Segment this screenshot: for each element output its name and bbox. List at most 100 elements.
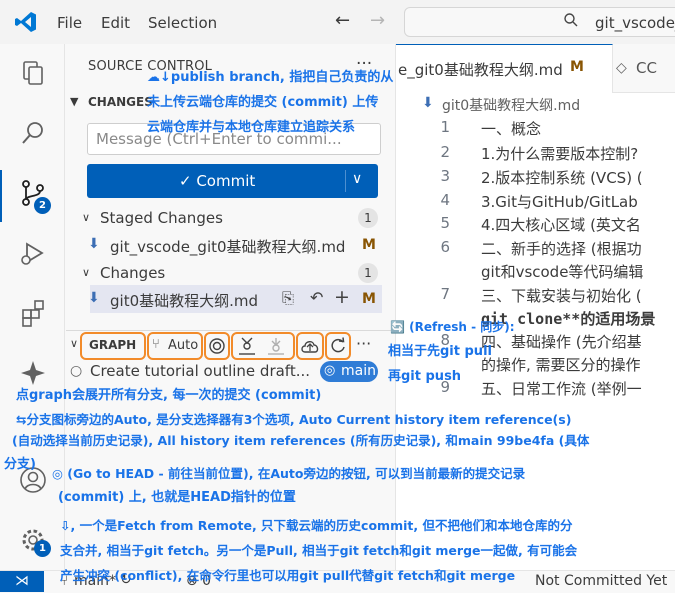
line-number: 4 (440, 191, 450, 209)
go-to-head-button[interactable] (204, 332, 230, 360)
staged-count-badge: 1 (358, 208, 378, 228)
annotation-head-1: ◎ (Go to HEAD - 前往当前位置), 在Auto旁边的按钮, 可以到… (52, 466, 526, 481)
code-line[interactable]: 2.版本控制系统 (VCS) ( (481, 167, 643, 188)
refresh-icon (331, 337, 345, 353)
code-icon: ◇ (616, 60, 627, 76)
menu-edit[interactable]: Edit (101, 14, 130, 32)
stage-change-icon[interactable]: + (334, 286, 350, 308)
open-file-icon[interactable]: ⎘ (282, 289, 294, 307)
line-number: 6 (440, 238, 450, 256)
remote-indicator-icon[interactable]: ⋊ (0, 571, 44, 592)
search-icon[interactable] (18, 118, 48, 148)
tab-outline-status: M (570, 59, 584, 75)
pull-icon (268, 338, 284, 355)
tab-outline-file-label: e_git0基础教程大纲.md (398, 61, 563, 79)
changes-count-badge: 1 (358, 263, 378, 283)
changed-file-name[interactable]: git0基础教程大纲.md (110, 290, 258, 311)
code-line[interactable]: git和vscode等代码编辑 (481, 261, 643, 282)
discard-changes-icon[interactable]: ↶ (310, 288, 323, 307)
forward-arrow-icon[interactable]: → (370, 10, 385, 31)
run-debug-icon[interactable] (18, 238, 48, 268)
graph-more-icon[interactable]: ··· (356, 334, 371, 353)
annotation-fetch-3: 产生冲突 (conflict), 在命令行里也可以用git pull代替git … (60, 568, 516, 583)
annotation-publish-2: 未上传云端仓库的提交 (commit) 上传 (147, 95, 379, 110)
staged-file-name[interactable]: git_vscode_git0基础教程大纲.md (110, 236, 345, 257)
annotation-publish-3: 云端仓库并与本地仓库建立追踪关系 (147, 120, 356, 135)
scm-badge: 2 (34, 197, 51, 214)
branch-pill[interactable]: ◎ main (320, 361, 378, 382)
status-not-committed[interactable]: Not Committed Yet (535, 573, 667, 589)
graph-label: GRAPH (89, 338, 137, 352)
fetch-pull-buttons[interactable] (231, 332, 295, 360)
publish-branch-button[interactable] (296, 332, 324, 360)
auto-label: Auto (168, 338, 199, 353)
staged-changes-header[interactable]: Staged Changes (100, 209, 223, 227)
annotation-fetch-1: ⇩, 一个是Fetch from Remote, 只下载云端的历史commit,… (60, 518, 573, 533)
search-icon (564, 13, 578, 27)
target-icon (209, 338, 225, 354)
annotation-auto-1: ⇆分支图标旁边的Auto, 是分支选择器有3个选项, Auto Current … (16, 412, 572, 427)
command-center-text: git_vscode_e (595, 14, 675, 32)
code-line[interactable]: 3.Git与GitHub/GitLab (481, 191, 638, 212)
file-download-icon: ⬇ (422, 95, 434, 111)
changed-file-status: M (362, 291, 376, 307)
code-line[interactable]: 五、日常工作流 (举例一 (481, 378, 642, 399)
branch-pill-label: main (341, 363, 376, 379)
annotation-auto-3: 分支) (4, 457, 36, 472)
code-line[interactable]: 三、下载安装与初始化 ( (481, 285, 642, 306)
commit-button-label: ✓ Commit (179, 172, 256, 190)
commit-button[interactable]: ✓ Commit ∨ (87, 164, 378, 198)
command-center[interactable]: git_vscode_e (404, 7, 675, 37)
branch-selector[interactable]: ⑂ Auto (147, 332, 203, 360)
commit-divider (345, 170, 346, 192)
sparkle-icon[interactable] (18, 358, 48, 388)
branch-icon: ⑂ (152, 337, 160, 352)
chevron-down-icon[interactable]: ∨ (352, 171, 362, 187)
extensions-icon[interactable] (18, 298, 48, 328)
annotation-refresh-3: 再git push (388, 369, 462, 384)
back-arrow-icon[interactable]: ← (335, 10, 350, 31)
chevron-down-icon[interactable]: ∨ (70, 337, 78, 350)
changes-section-header[interactable]: CHANGES (88, 95, 153, 109)
cloud-upload-icon (301, 341, 319, 353)
code-line[interactable]: 一、概念 (481, 118, 541, 139)
changes-subheader[interactable]: Changes (100, 264, 165, 282)
explorer-icon[interactable] (18, 58, 48, 88)
annotation-refresh-1: 🔄 (Refresh - 同步): (390, 320, 515, 334)
line-number: 5 (440, 214, 450, 232)
annotation-auto-2: (自动选择当前历史记录), All history item reference… (12, 433, 590, 448)
commit-node-icon: ○ (70, 363, 83, 379)
annotation-refresh-2: 相当于先git pull (388, 344, 492, 359)
annotation-fetch-2: 支合并, 相当于git fetch。另一个是Pull, 相当于git fetch… (60, 543, 578, 558)
refresh-button[interactable] (325, 332, 351, 360)
annotation-publish-1: ☁↓publish branch, 指把自己负责的从 (147, 70, 394, 85)
chevron-down-icon[interactable]: ∨ (82, 266, 90, 279)
breadcrumb[interactable]: git0基础教程大纲.md (442, 95, 580, 115)
tab-second-label[interactable]: CC (636, 59, 657, 77)
file-download-icon: ⬇ (88, 236, 100, 252)
fetch-icon (239, 337, 255, 355)
menu-selection[interactable]: Selection (148, 14, 217, 32)
code-line[interactable]: 1.为什么需要版本控制? (481, 143, 638, 164)
line-number: 1 (440, 118, 450, 136)
chevron-down-icon[interactable]: ▼ (70, 95, 78, 108)
vscode-logo-icon (15, 12, 36, 32)
line-number: 7 (440, 285, 450, 303)
chevron-down-icon[interactable]: ∨ (82, 211, 90, 224)
annotation-graph: 点graph会展开所有分支, 每一次的提交 (commit) (16, 388, 322, 403)
target-icon: ◎ (324, 363, 336, 378)
settings-badge: 1 (34, 540, 51, 557)
divider (66, 330, 395, 331)
active-indicator (0, 170, 2, 222)
file-download-icon: ⬇ (88, 290, 100, 306)
code-line[interactable]: 二、新手的选择 (根据功 (481, 238, 642, 259)
graph-header[interactable]: GRAPH (80, 332, 146, 360)
line-number: 3 (440, 167, 450, 185)
annotation-head-2: (commit) 上, 也就是HEAD指针的位置 (58, 490, 296, 505)
commit-message-row[interactable]: Create tutorial outline draft... (90, 362, 310, 380)
staged-file-status: M (362, 237, 376, 253)
menu-file[interactable]: File (57, 14, 82, 32)
code-line[interactable]: 的操作, 需要区分的操作 (481, 354, 641, 375)
code-line[interactable]: 4.四大核心区域 (英文名 (481, 214, 641, 235)
line-number: 2 (440, 143, 450, 161)
